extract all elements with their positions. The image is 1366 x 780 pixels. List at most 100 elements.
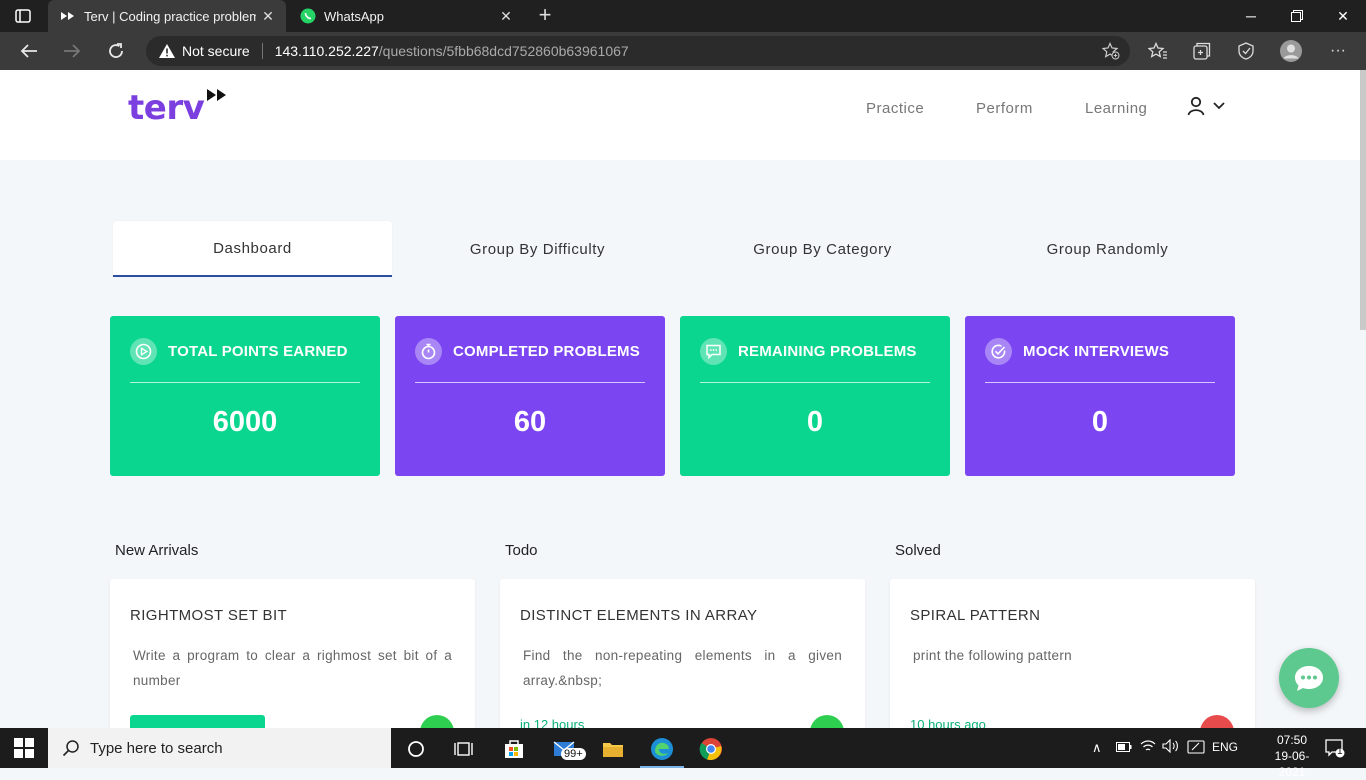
stopwatch-icon	[415, 337, 442, 365]
close-window-icon[interactable]: ✕	[1320, 0, 1366, 32]
address-toolbar: Not secure 143.110.252.227/questions/5fb…	[0, 32, 1366, 70]
store-icon[interactable]	[501, 736, 527, 762]
tab-group-by-difficulty[interactable]: Group By Difficulty	[398, 221, 677, 277]
add-favorite-icon[interactable]	[1101, 42, 1120, 60]
clock-time: 07:50	[1276, 733, 1308, 747]
battery-icon[interactable]	[1116, 741, 1132, 755]
browser-tab-whatsapp[interactable]: WhatsApp ✕	[288, 0, 524, 32]
volume-icon[interactable]	[1162, 738, 1180, 756]
user-icon	[1187, 96, 1205, 116]
new-tab-icon[interactable]: +	[534, 4, 556, 26]
windows-taskbar: Type here to search 99+ ∧ ENG 07:50 19-0…	[0, 728, 1366, 779]
stat-label: MOCK INTERVIEWS	[1023, 342, 1170, 360]
system-clock[interactable]: 07:50 19-06-2021	[1262, 732, 1322, 780]
divider	[700, 382, 930, 383]
stat-label: TOTAL POINTS EARNED	[168, 342, 348, 360]
question-description: Find the non-repeating elements in a giv…	[523, 648, 842, 688]
collections-icon[interactable]	[1191, 40, 1213, 62]
minimize-icon[interactable]: ─	[1228, 0, 1274, 32]
question-time: in 12 hours	[520, 717, 585, 728]
stat-card-total-points: TOTAL POINTS EARNED 6000	[110, 316, 380, 476]
status-indicator	[1200, 715, 1234, 728]
stat-value: 0	[1091, 406, 1109, 438]
nav-learning[interactable]: Learning	[1085, 100, 1147, 117]
meet-now-icon[interactable]	[1187, 739, 1205, 758]
clock-date: 19-06-2021	[1274, 749, 1310, 779]
status-indicator	[420, 715, 454, 728]
close-tab-icon[interactable]: ✕	[256, 8, 280, 25]
more-options-icon[interactable]: ···	[1327, 40, 1349, 62]
chrome-icon[interactable]	[698, 736, 724, 762]
windows-start-icon[interactable]	[14, 738, 34, 758]
task-view-icon[interactable]	[451, 736, 477, 762]
taskbar-search[interactable]: Type here to search	[48, 728, 391, 768]
url-path: /questions/5fbb68dcd752860b63961067	[378, 43, 629, 59]
browser-essentials-icon[interactable]	[1235, 40, 1257, 62]
warning-icon[interactable]	[158, 42, 176, 60]
whatsapp-favicon-icon	[300, 8, 316, 24]
browser-tab-terv[interactable]: Terv | Coding practice problems, ✕	[48, 0, 286, 32]
nav-practice[interactable]: Practice	[866, 100, 924, 117]
security-label[interactable]: Not secure	[182, 43, 250, 59]
dashboard-tabs: Dashboard Group By Difficulty Group By C…	[112, 221, 1252, 277]
logo-arrows-icon	[206, 88, 228, 107]
page-scrollbar[interactable]	[1360, 70, 1366, 330]
logo-text: terv	[128, 88, 205, 128]
nav-perform[interactable]: Perform	[976, 100, 1033, 117]
section-title-todo: Todo	[505, 542, 538, 559]
chat-bubble-icon	[700, 337, 727, 365]
browser-tab-bar: Terv | Coding practice problems, ✕ Whats…	[0, 0, 1366, 32]
chevron-down-icon	[1213, 102, 1225, 110]
refresh-icon[interactable]	[101, 36, 131, 66]
divider	[415, 382, 645, 383]
stat-label: COMPLETED PROBLEMS	[453, 342, 640, 360]
tab-actions-icon[interactable]	[12, 6, 34, 26]
tab-title: Terv | Coding practice problems,	[84, 8, 256, 24]
close-tab-icon[interactable]: ✕	[494, 8, 518, 25]
favorites-icon[interactable]	[1147, 40, 1169, 62]
question-card-new-arrival[interactable]: RIGHTMOST SET BIT Write a program to cle…	[110, 579, 475, 728]
terv-favicon-icon	[60, 8, 76, 24]
profile-avatar-icon[interactable]	[1280, 40, 1302, 62]
tab-dashboard[interactable]: Dashboard	[113, 221, 392, 277]
play-circle-icon	[130, 337, 157, 365]
terv-logo[interactable]: terv	[128, 88, 228, 128]
question-title: SPIRAL PATTERN	[910, 607, 1041, 624]
tab-group-randomly[interactable]: Group Randomly	[968, 221, 1247, 277]
tab-group-by-category[interactable]: Group By Category	[683, 221, 962, 277]
mail-badge: 99+	[561, 748, 586, 760]
check-circle-icon	[985, 337, 1012, 365]
edge-icon[interactable]	[649, 736, 675, 762]
language-indicator[interactable]: ENG	[1212, 740, 1238, 754]
question-description: Write a program to clear a righmost set …	[133, 648, 452, 688]
question-title: RIGHTMOST SET BIT	[130, 607, 288, 624]
restore-icon[interactable]	[1274, 0, 1320, 32]
stat-card-mock-interviews: MOCK INTERVIEWS 0	[965, 316, 1235, 476]
stat-card-completed-problems: COMPLETED PROBLEMS 60	[395, 316, 665, 476]
address-bar[interactable]: Not secure 143.110.252.227/questions/5fb…	[146, 36, 1130, 66]
wifi-icon[interactable]	[1140, 739, 1156, 756]
show-hidden-icons-icon[interactable]: ∧	[1092, 740, 1102, 756]
notification-count: 1	[1337, 746, 1343, 757]
url-host: 143.110.252.227	[274, 43, 379, 59]
stat-value: 6000	[212, 406, 278, 438]
site-header: terv Practice Perform Learning	[0, 70, 1360, 160]
user-menu[interactable]	[1186, 96, 1226, 116]
tab-title: WhatsApp	[324, 8, 384, 24]
solve-button[interactable]	[130, 715, 265, 728]
web-page: terv Practice Perform Learning Dashboard…	[0, 70, 1366, 728]
stat-card-remaining-problems: REMAINING PROBLEMS 0	[680, 316, 950, 476]
cortana-icon[interactable]	[403, 736, 429, 762]
divider	[985, 382, 1215, 383]
question-card-todo[interactable]: DISTINCT ELEMENTS IN ARRAY Find the non-…	[500, 579, 865, 728]
back-icon[interactable]	[14, 36, 44, 66]
question-card-solved[interactable]: SPIRAL PATTERN print the following patte…	[890, 579, 1255, 728]
question-description: print the following pattern	[913, 648, 1072, 663]
file-explorer-icon[interactable]	[600, 736, 626, 762]
section-title-solved: Solved	[895, 542, 941, 559]
stat-value: 0	[806, 406, 824, 438]
search-placeholder: Type here to search	[90, 739, 223, 757]
question-time: 10 hours ago	[910, 717, 986, 728]
forward-icon[interactable]	[57, 36, 87, 66]
chat-button[interactable]	[1279, 648, 1339, 708]
